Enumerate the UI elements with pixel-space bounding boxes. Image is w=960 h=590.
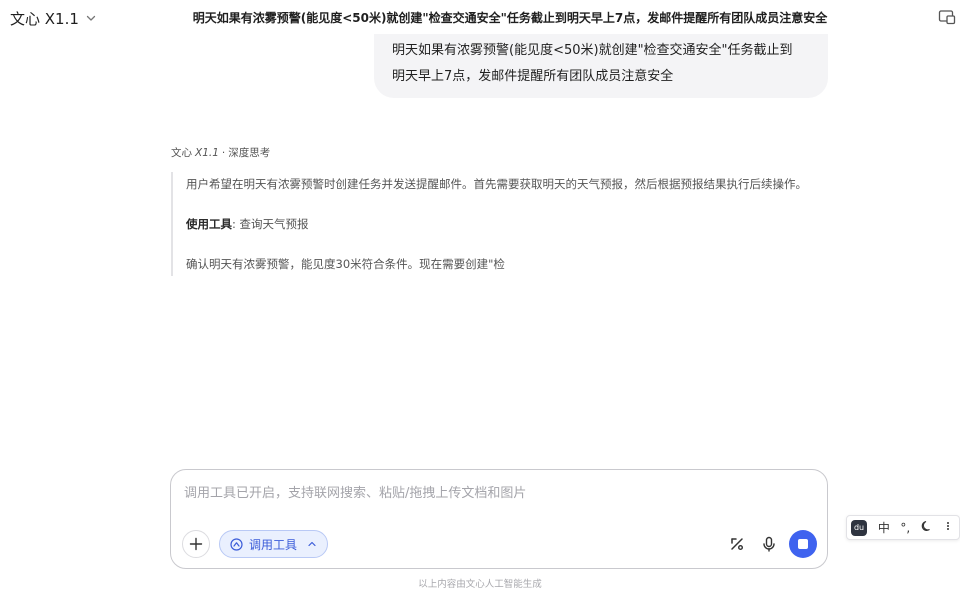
tool-usage-separator: :	[232, 217, 240, 231]
assistant-name: 文心	[171, 147, 192, 159]
ime-language-toggle[interactable]: 中	[873, 519, 894, 536]
stop-icon	[798, 539, 808, 549]
tool-toggle-button[interactable]: 调用工具	[219, 530, 329, 558]
thinking-mode-label: 深度思考	[228, 147, 271, 159]
ime-toolbar: du 中 °,	[846, 515, 960, 540]
ime-theme-toggle[interactable]	[916, 520, 937, 535]
model-name: 文心 X1.1	[10, 9, 79, 28]
more-icon	[947, 522, 950, 530]
user-message-line: 明天如果有浓雾预警(能见度<50米)就创建"检查交通安全"任务截止到	[392, 43, 793, 58]
conversation-title: 明天如果有浓雾预警(能见度<50米)就创建"检查交通安全"任务截止到明天早上7点…	[192, 11, 828, 25]
user-message-bubble: 明天如果有浓雾预警(能见度<50米)就创建"检查交通安全"任务截止到 明天早上7…	[374, 34, 828, 98]
stop-button[interactable]	[789, 530, 817, 558]
thinking-paragraph: 确认明天有浓雾预警，能见度30米符合条件。现在需要创建"检	[186, 257, 505, 271]
input-actions	[719, 530, 817, 558]
attach-button[interactable]	[182, 530, 210, 558]
ime-more-button[interactable]	[938, 520, 959, 535]
slash-percent-icon	[731, 538, 743, 550]
assistant-version: X1.1	[195, 146, 219, 159]
plus-icon	[189, 537, 203, 551]
tool-usage-name: 查询天气预报	[239, 217, 309, 231]
chat-input-box: 调用工具	[170, 469, 828, 569]
chat-input[interactable]	[184, 482, 804, 504]
thinking-block: 用户希望在明天有浓雾预警时创建任务并发送提醒邮件。首先需要获取明天的天气预报，然…	[171, 172, 846, 276]
chevron-down-icon	[86, 15, 96, 21]
chat-page: 文心 X1.1 明天如果有浓雾预警(能见度<50米)就创建"检查交通安全"任务截…	[0, 0, 960, 590]
window-icon[interactable]	[938, 8, 956, 26]
model-switcher[interactable]: 文心 X1.1	[10, 8, 97, 28]
microphone-icon	[763, 536, 775, 552]
tool-toggle-label: 调用工具	[249, 537, 298, 552]
tool-icon	[230, 537, 243, 551]
user-message-line: 明天早上7点，发邮件提醒所有团队成员注意安全	[392, 69, 674, 84]
voice-button[interactable]	[755, 530, 783, 558]
tool-usage-line: 使用工具: 查询天气预报	[186, 212, 846, 236]
thinking-paragraph: 用户希望在明天有浓雾预警时创建任务并发送提醒邮件。首先需要获取明天的天气预报，然…	[186, 177, 807, 191]
tool-usage-label: 使用工具	[186, 217, 232, 231]
ime-logo[interactable]: du	[851, 519, 868, 536]
ime-logo-text: du	[853, 523, 865, 532]
ime-punctuation-toggle[interactable]: °,	[895, 521, 916, 535]
assistant-meta: 文心 X1.1 · 深度思考	[171, 145, 270, 160]
disable-tools-button[interactable]	[723, 530, 751, 558]
moon-icon	[921, 520, 930, 531]
ai-disclaimer: 以上内容由文心人工智能生成	[418, 579, 542, 590]
chevron-up-icon	[308, 541, 316, 547]
header: 文心 X1.1 明天如果有浓雾预警(能见度<50米)就创建"检查交通安全"任务截…	[0, 0, 960, 36]
meta-separator: ·	[221, 146, 226, 159]
